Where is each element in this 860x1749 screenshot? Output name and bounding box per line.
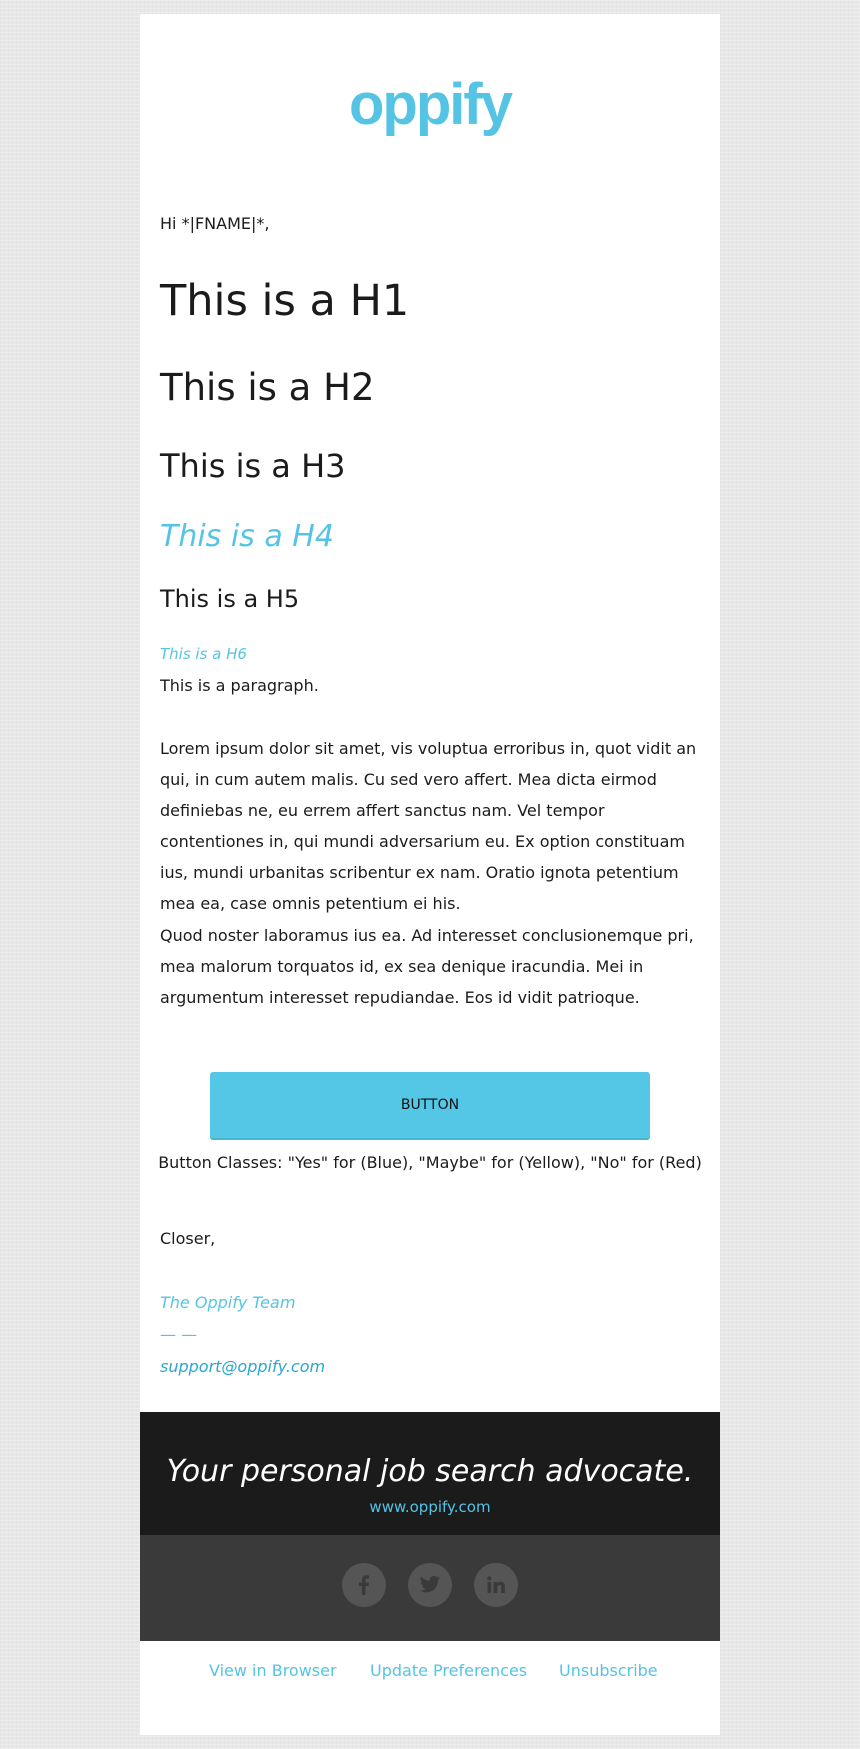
heading-h2: This is a H2 (160, 366, 375, 409)
heading-h3: This is a H3 (160, 447, 346, 485)
social-band (140, 1535, 720, 1641)
heading-h1: This is a H1 (160, 276, 410, 326)
closer-text: Closer, (160, 1229, 216, 1248)
button-classes-note: Button Classes: "Yes" for (Blue), "Maybe… (158, 1153, 702, 1172)
cta-button[interactable]: BUTTON (210, 1072, 650, 1140)
lorem-paragraph-2: Quod noster laboramus ius ea. Ad interes… (160, 926, 694, 1007)
signature-dash: — — (160, 1325, 198, 1344)
footer-links: View in Browser Update Preferences Unsub… (140, 1661, 720, 1701)
lorem-paragraph-1: Lorem ipsum dolor sit amet, vis voluptua… (160, 739, 697, 913)
oppify-logo[interactable]: oppify (140, 76, 720, 134)
signature-team: The Oppify Team (160, 1293, 296, 1312)
facebook-icon (359, 1575, 369, 1595)
tagline-band: Your personal job search advocate. www.o… (140, 1412, 720, 1535)
tagline: Your personal job search advocate. (166, 1454, 694, 1489)
website-link[interactable]: www.oppify.com (140, 1498, 720, 1516)
unsubscribe-link[interactable]: Unsubscribe (559, 1661, 658, 1680)
heading-h4: This is a H4 (160, 519, 334, 554)
support-email-link[interactable]: support@oppify.com (160, 1357, 325, 1376)
update-preferences-link[interactable]: Update Preferences (370, 1661, 527, 1680)
twitter-icon (419, 1575, 441, 1593)
email-card: oppify Hi *|FNAME|*, This is a H1 This i… (140, 14, 720, 1735)
twitter-button[interactable] (408, 1563, 452, 1607)
view-in-browser-link[interactable]: View in Browser (209, 1661, 337, 1680)
facebook-button[interactable] (342, 1563, 386, 1607)
paragraph: This is a paragraph. (160, 676, 319, 695)
linkedin-icon (487, 1576, 505, 1593)
heading-h5: This is a H5 (160, 585, 300, 613)
greeting: Hi *|FNAME|*, (160, 214, 270, 233)
linkedin-button[interactable] (474, 1563, 518, 1607)
heading-h6: This is a H6 (160, 645, 247, 663)
